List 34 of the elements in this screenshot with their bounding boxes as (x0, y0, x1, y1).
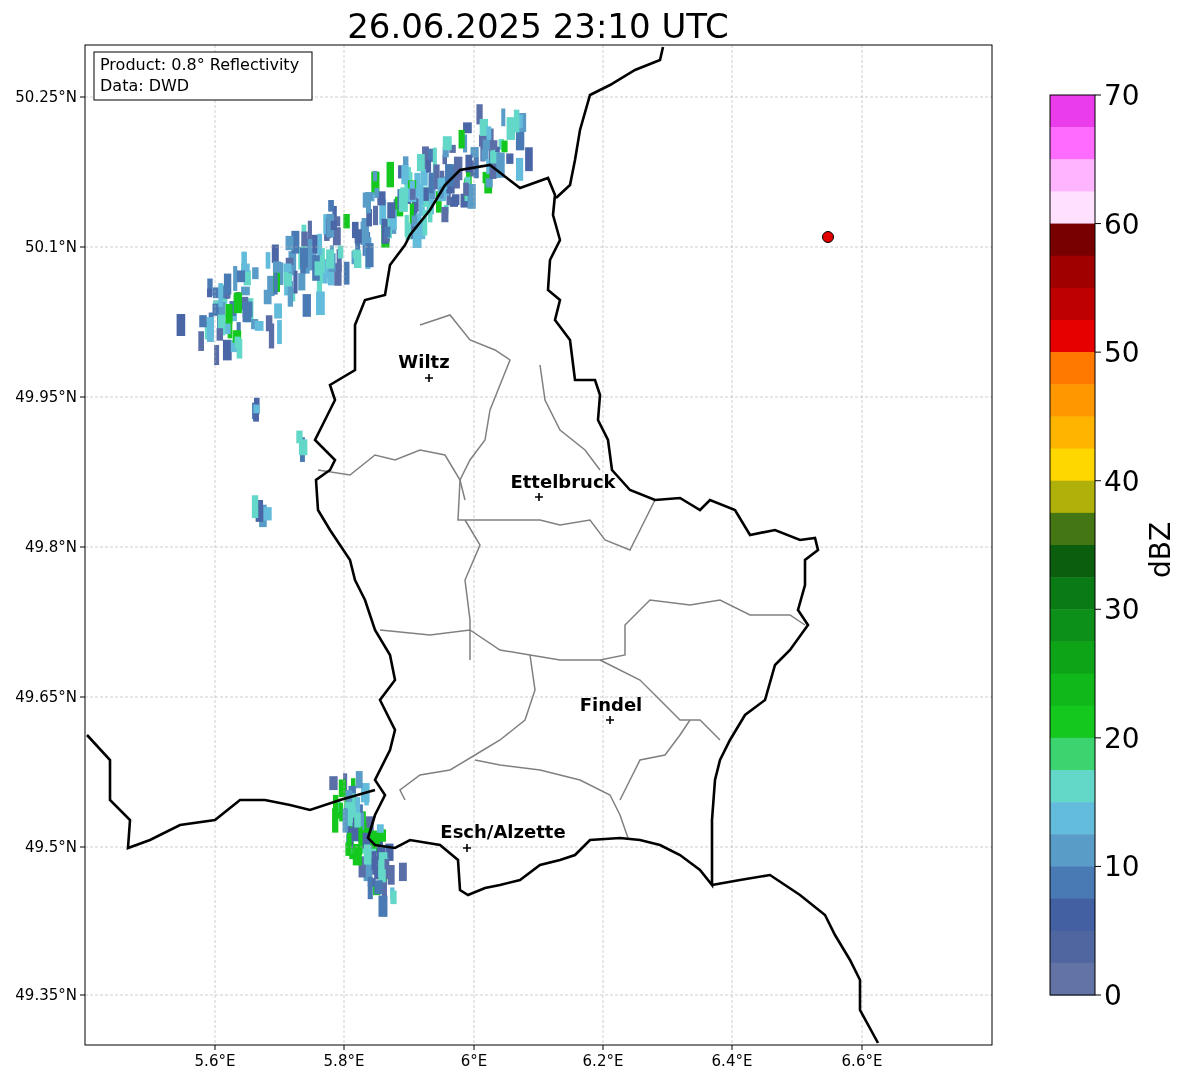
latitude-label: 49.5°N (24, 838, 77, 856)
place-marker-icon (534, 492, 544, 502)
info-text: Product: 0.8° Reflectivity (100, 55, 300, 74)
latitude-label: 49.35°N (15, 986, 77, 1004)
colorbar-tick-label: 30 (1104, 593, 1140, 627)
colorbar-tick-label: 70 (1104, 79, 1140, 112)
latitude-label: 49.8°N (24, 538, 77, 556)
latitude-label: 50.25°N (15, 88, 77, 106)
colorbar-tick-label: 0 (1104, 979, 1122, 1012)
longitude-label: 6°E (460, 1052, 488, 1070)
colorbar-tick-label: 40 (1104, 464, 1140, 498)
longitude-label: 6.2°E (582, 1052, 624, 1070)
radar-site-marker (822, 231, 834, 243)
place-marker-icon (424, 373, 434, 383)
colorbar-tick-label: 10 (1104, 850, 1140, 884)
longitude-label: 6.4°E (711, 1052, 753, 1070)
info-text: Data: DWD (100, 76, 190, 95)
longitude-label: 5.6°E (194, 1052, 236, 1070)
colorbar-tick-label: 60 (1104, 207, 1140, 241)
latitude-label: 50.1°N (24, 238, 77, 256)
colorbar-tick-label: 50 (1104, 336, 1140, 370)
longitude-label: 5.8°E (323, 1052, 365, 1070)
place-marker-icon (605, 715, 615, 725)
colorbar-tick-label: 20 (1104, 721, 1140, 755)
place-label: Wiltz (398, 351, 450, 372)
place-label: Findel (579, 694, 643, 715)
place-marker-icon (462, 843, 472, 853)
longitude-label: 6.6°E (841, 1052, 883, 1070)
colorbar-label: dBZ (1144, 521, 1177, 579)
place-label: Esch/Alzette (440, 821, 566, 842)
latitude-label: 49.95°N (15, 388, 77, 406)
plot-title: 26.06.2025 23:10 UTC (347, 6, 729, 46)
place-label: Ettelbruck (510, 471, 616, 492)
latitude-label: 49.65°N (15, 688, 77, 706)
